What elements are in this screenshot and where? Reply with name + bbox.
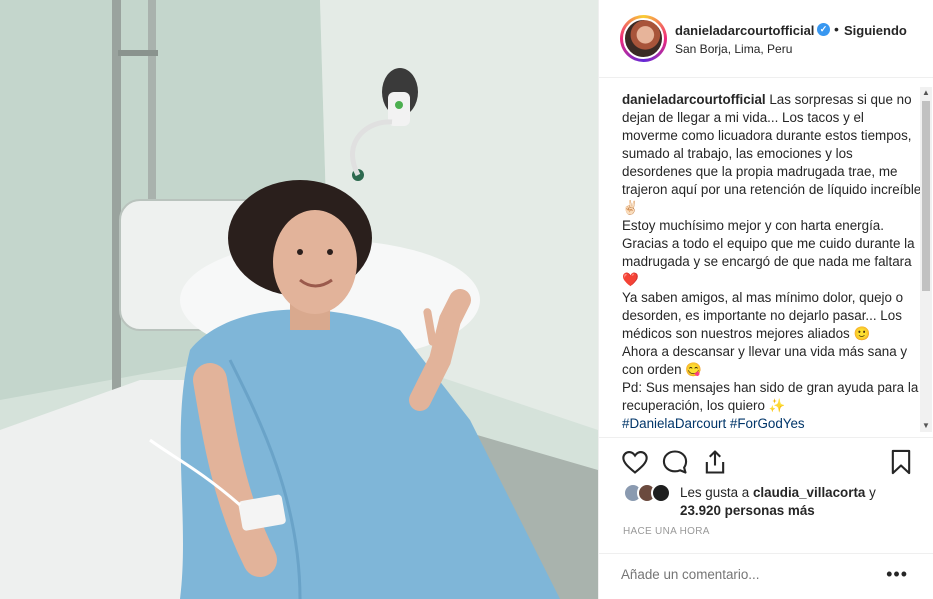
post-timestamp[interactable]: HACE UNA HORA: [623, 526, 710, 537]
hashtag-links[interactable]: #DanielaDarcourt #ForGodYes: [622, 415, 922, 433]
liker-avatars[interactable]: [623, 483, 675, 503]
more-options-icon[interactable]: •••: [886, 564, 908, 585]
action-bar: [599, 444, 933, 480]
liker-username-link[interactable]: claudia_villacorta: [753, 485, 865, 500]
verified-badge-icon: ✓: [817, 23, 830, 36]
caption-paragraph: danieladarcourtofficial Las sorpresas si…: [622, 91, 922, 217]
avatar[interactable]: [651, 483, 671, 503]
username-link[interactable]: danieladarcourtofficial: [675, 23, 814, 38]
caption-username-link[interactable]: danieladarcourtofficial: [622, 92, 766, 107]
comment-input[interactable]: [621, 567, 861, 582]
comment-icon[interactable]: [661, 448, 689, 476]
likes-count-link[interactable]: 23.920 personas más: [680, 503, 815, 518]
avatar-story-ring[interactable]: [620, 15, 667, 62]
hospital-photo-illustration: [0, 0, 598, 599]
caption-paragraph: Ya saben amigos, al mas mínimo dolor, qu…: [622, 290, 904, 341]
caption-paragraph: Pd: Sus mensajes han sido de gran ayuda …: [622, 380, 919, 413]
location-link[interactable]: San Borja, Lima, Peru: [675, 42, 792, 56]
share-icon[interactable]: [701, 448, 729, 476]
post-header: danieladarcourtofficial ✓ • Siguiendo Sa…: [599, 0, 933, 78]
header-separator: •: [834, 21, 839, 37]
caption-line: Las sorpresas si que no dejan de llegar …: [622, 92, 922, 215]
avatar[interactable]: [623, 18, 664, 59]
post-photo[interactable]: [0, 0, 598, 599]
heart-icon[interactable]: [621, 448, 649, 476]
scrollbar-thumb[interactable]: [922, 101, 930, 291]
following-button[interactable]: Siguiendo: [844, 23, 907, 38]
caption-paragraph: Ahora a descansar y llevar una vida más …: [622, 344, 908, 377]
scroll-up-arrow-icon[interactable]: ▲: [920, 87, 932, 99]
likes-conjunction: y: [865, 485, 876, 500]
caption-text: danieladarcourtofficial Las sorpresas si…: [622, 91, 922, 438]
likes-prefix: Les gusta a: [680, 485, 753, 500]
caption-paragraph: Estoy muchísimo mejor y con harta energí…: [622, 218, 915, 287]
likes-text: Les gusta a claudia_villacorta y 23.920 …: [680, 484, 890, 520]
post-side-panel: danieladarcourtofficial ✓ • Siguiendo Sa…: [598, 0, 933, 599]
caption-scrollbar[interactable]: ▲ ▼: [920, 87, 932, 432]
caption-area: danieladarcourtofficial Las sorpresas si…: [599, 79, 933, 438]
scroll-down-arrow-icon[interactable]: ▼: [920, 420, 932, 432]
bookmark-icon[interactable]: [887, 448, 915, 476]
add-comment-bar: •••: [599, 553, 933, 599]
